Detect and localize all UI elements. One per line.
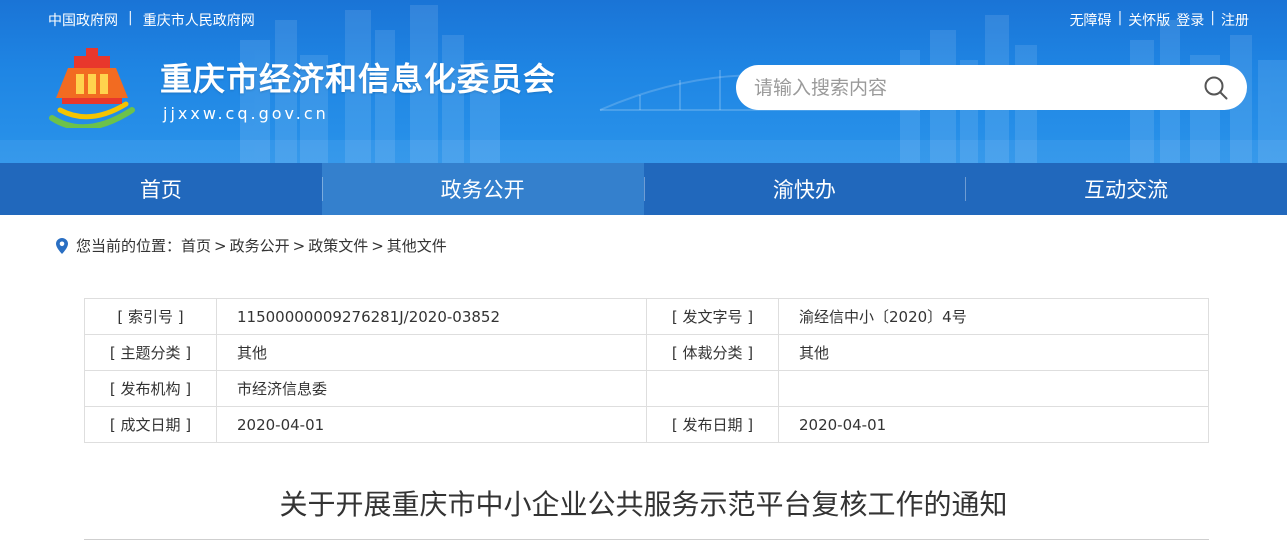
location-pin-icon (56, 237, 68, 254)
table-row: [ 索引号 ] 11500000009276281J/2020-03852 [ … (84, 298, 1209, 335)
link-register[interactable]: 注册 (1221, 10, 1249, 30)
site-header: 中国政府网 | 重庆市人民政府网 无障碍 | 关怀版 登录 | 注册 重庆市经济… (0, 0, 1287, 163)
label-topic-category: [ 主题分类 ] (84, 334, 217, 371)
top-links-left: 中国政府网 | 重庆市人民政府网 (48, 10, 255, 30)
site-domain: jjxxw.cq.gov.cn (163, 104, 329, 123)
top-links-right: 无障碍 | 关怀版 登录 | 注册 (1070, 10, 1249, 30)
link-accessibility[interactable]: 无障碍 (1070, 10, 1112, 30)
label-index-no: [ 索引号 ] (84, 298, 217, 335)
label-doc-number: [ 发文字号 ] (646, 298, 779, 335)
value-index-no: 11500000009276281J/2020-03852 (216, 298, 647, 335)
main-nav: 首页 政务公开 渝快办 互动交流 (0, 163, 1287, 215)
value-publish-date: 2020-04-01 (778, 406, 1209, 443)
breadcrumb-other-docs[interactable]: 其他文件 (387, 235, 447, 256)
breadcrumb-gov-affairs[interactable]: 政务公开 (230, 235, 290, 256)
label-written-date: [ 成文日期 ] (84, 406, 217, 443)
label-genre-category: [ 体裁分类 ] (646, 334, 779, 371)
breadcrumb-home[interactable]: 首页 (181, 235, 211, 256)
divider: | (1210, 10, 1215, 26)
table-row: [ 主题分类 ] 其他 [ 体裁分类 ] 其他 (84, 334, 1209, 371)
breadcrumb-separator: > (214, 236, 227, 255)
breadcrumb-separator: > (292, 236, 306, 255)
nav-item-interaction[interactable]: 互动交流 (965, 163, 1287, 215)
value-topic-category: 其他 (216, 334, 647, 371)
value-doc-number: 渝经信中小〔2020〕4号 (778, 298, 1209, 335)
breadcrumb: 您当前的位置： 首页 > 政务公开 > 政策文件 > 其他文件 (56, 235, 447, 256)
empty-value-cell (778, 370, 1209, 407)
search-box (736, 65, 1247, 110)
table-row: [ 发布机构 ] 市经济信息委 (84, 370, 1209, 407)
link-gov-cn[interactable]: 中国政府网 (48, 10, 118, 30)
value-genre-category: 其他 (778, 334, 1209, 371)
empty-label-cell (646, 370, 779, 407)
divider: | (1117, 10, 1123, 26)
link-cq-gov[interactable]: 重庆市人民政府网 (143, 10, 255, 30)
document-info-table: [ 索引号 ] 11500000009276281J/2020-03852 [ … (84, 298, 1209, 443)
nav-item-yu-kuai-ban[interactable]: 渝快办 (643, 163, 966, 215)
nav-item-home[interactable]: 首页 (0, 163, 322, 215)
value-publisher: 市经济信息委 (216, 370, 647, 407)
municipal-emblem-logo[interactable] (46, 48, 138, 128)
search-input[interactable] (754, 76, 1174, 99)
breadcrumb-policy-docs[interactable]: 政策文件 (308, 235, 368, 256)
label-publish-date: [ 发布日期 ] (646, 406, 779, 443)
divider: | (128, 10, 133, 26)
link-care-mode[interactable]: 关怀版 (1128, 10, 1170, 30)
document-title: 关于开展重庆市中小企业公共服务示范平台复核工作的通知 (279, 488, 1008, 521)
breadcrumb-separator: > (371, 236, 384, 255)
search-icon[interactable] (1203, 75, 1229, 101)
breadcrumb-prefix: 您当前的位置： (76, 237, 182, 255)
site-title: 重庆市经济和信息化委员会 (160, 60, 557, 98)
nav-item-gov-affairs[interactable]: 政务公开 (321, 163, 644, 215)
value-written-date: 2020-04-01 (216, 406, 647, 443)
link-login[interactable]: 登录 (1176, 10, 1204, 30)
title-divider (84, 539, 1209, 540)
table-row: [ 成文日期 ] 2020-04-01 [ 发布日期 ] 2020-04-01 (84, 406, 1209, 443)
label-publisher: [ 发布机构 ] (84, 370, 217, 407)
